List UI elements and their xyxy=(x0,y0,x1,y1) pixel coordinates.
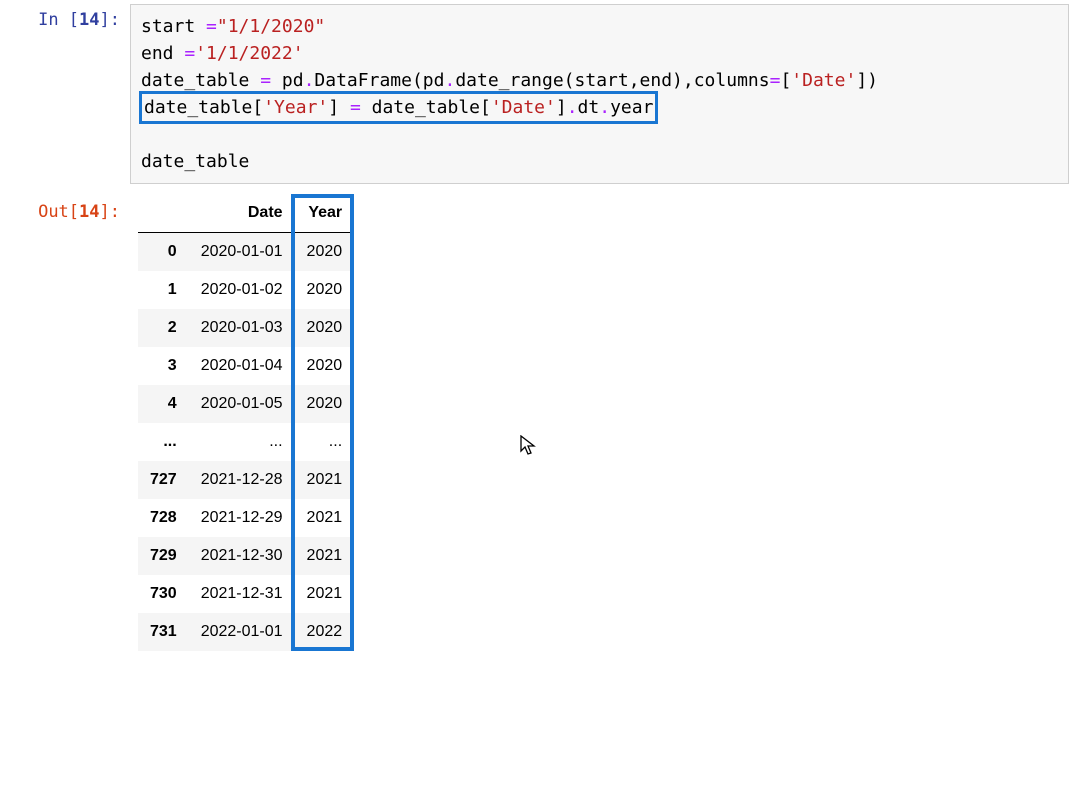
year-cell: 2020 xyxy=(295,309,355,347)
year-cell: 2021 xyxy=(295,499,355,537)
row-index: 730 xyxy=(138,575,189,613)
date-cell: 2021-12-29 xyxy=(189,499,295,537)
header-date: Date xyxy=(189,194,295,233)
date-cell: 2021-12-30 xyxy=(189,537,295,575)
code-input[interactable]: start ="1/1/2020" end ='1/1/2022' date_t… xyxy=(130,4,1069,184)
year-cell: ... xyxy=(295,423,355,461)
row-index: 727 xyxy=(138,461,189,499)
year-cell: 2021 xyxy=(295,575,355,613)
year-cell: 2021 xyxy=(295,537,355,575)
year-cell: 2020 xyxy=(295,347,355,385)
dataframe-table: Date Year 02020-01-01202012020-01-022020… xyxy=(138,194,354,651)
row-index: 3 xyxy=(138,347,189,385)
year-cell: 2020 xyxy=(295,271,355,309)
input-cell-row: In [14]: start ="1/1/2020" end ='1/1/202… xyxy=(0,0,1069,184)
header-index xyxy=(138,194,189,233)
table-row: 7312022-01-012022 xyxy=(138,613,354,651)
date-cell: ... xyxy=(189,423,295,461)
header-year: Year xyxy=(295,194,355,233)
table-row: ......... xyxy=(138,423,354,461)
date-cell: 2021-12-31 xyxy=(189,575,295,613)
table-row: 7292021-12-302021 xyxy=(138,537,354,575)
row-index: 4 xyxy=(138,385,189,423)
year-cell: 2020 xyxy=(295,385,355,423)
table-row: 7302021-12-312021 xyxy=(138,575,354,613)
highlighted-code-line: date_table['Year'] = date_table['Date'].… xyxy=(139,91,658,124)
row-index: 1 xyxy=(138,271,189,309)
table-row: 22020-01-032020 xyxy=(138,309,354,347)
row-index: 0 xyxy=(138,233,189,272)
date-cell: 2022-01-01 xyxy=(189,613,295,651)
dataframe-wrap: Date Year 02020-01-01202012020-01-022020… xyxy=(138,194,354,651)
table-row: 12020-01-022020 xyxy=(138,271,354,309)
row-index: 2 xyxy=(138,309,189,347)
table-row: 32020-01-042020 xyxy=(138,347,354,385)
input-prompt: In [14]: xyxy=(0,0,130,184)
row-index: 729 xyxy=(138,537,189,575)
table-row: 7282021-12-292021 xyxy=(138,499,354,537)
table-header-row: Date Year xyxy=(138,194,354,233)
year-cell: 2021 xyxy=(295,461,355,499)
date-cell: 2020-01-04 xyxy=(189,347,295,385)
year-cell: 2022 xyxy=(295,613,355,651)
date-cell: 2020-01-05 xyxy=(189,385,295,423)
row-index: 731 xyxy=(138,613,189,651)
date-cell: 2020-01-02 xyxy=(189,271,295,309)
date-cell: 2020-01-03 xyxy=(189,309,295,347)
date-cell: 2020-01-01 xyxy=(189,233,295,272)
output-area: Date Year 02020-01-01202012020-01-022020… xyxy=(130,184,1069,654)
date-cell: 2021-12-28 xyxy=(189,461,295,499)
row-index: ... xyxy=(138,423,189,461)
table-row: 02020-01-012020 xyxy=(138,233,354,272)
output-cell-row: Out[14]: Date Year 02020-01-01202012020-… xyxy=(0,184,1069,654)
table-row: 42020-01-052020 xyxy=(138,385,354,423)
row-index: 728 xyxy=(138,499,189,537)
year-cell: 2020 xyxy=(295,233,355,272)
table-row: 7272021-12-282021 xyxy=(138,461,354,499)
output-prompt: Out[14]: xyxy=(0,192,130,654)
